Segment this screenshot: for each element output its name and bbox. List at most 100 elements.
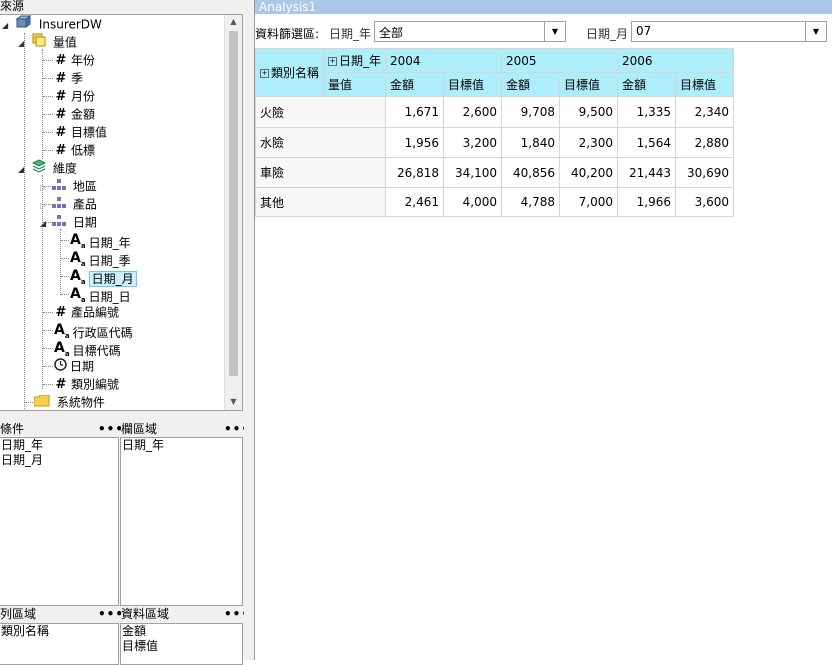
dimension-layers-icon <box>31 159 47 178</box>
data-cell: 2,600 <box>443 96 503 128</box>
tree-level-date-quarter[interactable]: Aa 日期_季 <box>70 249 131 268</box>
data-cell: 40,856 <box>501 157 561 188</box>
hash-icon: # <box>55 106 67 122</box>
filter-month-label: 日期_月 <box>586 27 629 41</box>
hash-icon: # <box>55 142 67 158</box>
data-zone-title: 資料區域 <box>121 607 241 622</box>
expand-arrow-icon[interactable]: ▷ <box>40 183 46 192</box>
data-cell: 1,966 <box>617 187 677 217</box>
filter-year-select[interactable]: 全部 ▼ <box>374 21 566 42</box>
data-cell: 9,708 <box>501 96 561 128</box>
analysis-tab-title[interactable]: Analysis1 <box>255 0 832 14</box>
row-zone-item[interactable]: 類別名稱 <box>0 624 118 639</box>
filter-month-value: 07 <box>636 24 652 38</box>
tree-field-district-code[interactable]: Aa 行政區代碼 <box>54 321 133 340</box>
data-zone-item[interactable]: 金額 <box>121 624 242 639</box>
tree-item-target[interactable]: # 目標值 <box>54 123 107 141</box>
row-field-header[interactable]: + 類別名稱 <box>254 48 324 97</box>
tree-measures-folder[interactable]: ◢ 量值 <box>18 33 77 51</box>
cube-icon <box>15 15 32 34</box>
row-header[interactable]: 水險 <box>254 127 387 158</box>
collapse-arrow-icon[interactable]: ◢ <box>18 39 24 48</box>
hash-icon: # <box>55 376 67 392</box>
tree-field-date[interactable]: 日期 <box>54 357 94 375</box>
tree-dim-product[interactable]: ▷ 產品 <box>40 195 97 213</box>
measures-folder-label: 量值 <box>52 35 77 50</box>
field-tree[interactable]: ◢ InsurerDW ◢ 量值 # 年份 # 季 # 月份 # 金額 # 目標值 # 低標… <box>0 14 243 411</box>
data-zone[interactable]: 金額 目標值 <box>120 623 243 665</box>
row-header[interactable]: 火險 <box>254 96 387 128</box>
hash-icon: # <box>55 52 67 68</box>
hash-icon: # <box>55 70 67 86</box>
clock-icon <box>54 357 67 376</box>
tree-system-folder[interactable]: 系統物件 <box>33 393 105 411</box>
tree-scrollbar[interactable]: ▲ ▼ <box>224 15 242 410</box>
column-zone[interactable]: 日期_年 <box>120 437 243 606</box>
pivot-table: + 類別名稱 + 日期_年 2004 2005 2006 量值 金額 目標值 金額 … <box>254 48 735 217</box>
expand-plus-icon[interactable]: + <box>260 69 269 78</box>
data-cell: 3,600 <box>675 187 735 217</box>
tree-field-category-code[interactable]: # 類別編號 <box>54 375 119 393</box>
scrollbar-thumb[interactable] <box>229 31 238 376</box>
filter-bar: 資料篩選區: 日期_年 全部 ▼ 日期_月 07 ▼ <box>255 20 832 44</box>
data-cell: 9,500 <box>559 96 619 128</box>
filter-zone[interactable]: 日期_年 日期_月 <box>0 437 119 606</box>
scroll-up-icon[interactable]: ▲ <box>225 15 242 29</box>
filter-zone-item[interactable]: 日期_年 <box>0 438 118 453</box>
tree-level-date-day[interactable]: Aa 日期_日 <box>70 285 131 304</box>
measure-amount-header: 金額 <box>385 72 445 97</box>
filter-month-select[interactable]: 07 ▼ <box>631 21 827 42</box>
scroll-down-icon[interactable]: ▼ <box>225 395 242 409</box>
data-zone-item[interactable]: 目標值 <box>121 639 242 654</box>
panel-splitter[interactable] <box>244 0 255 660</box>
filter-year-value: 全部 <box>379 26 404 40</box>
hierarchy-icon <box>51 214 66 232</box>
tree-item-low[interactable]: # 低標 <box>54 141 95 159</box>
tree-level-date-year[interactable]: Aa 日期_年 <box>70 231 131 250</box>
tree-item-amount[interactable]: # 金額 <box>54 105 95 123</box>
collapse-arrow-icon[interactable]: ◢ <box>2 21 8 30</box>
row-header[interactable]: 其他 <box>254 187 387 217</box>
tree-dim-date[interactable]: ◢ 日期 <box>40 213 97 231</box>
expand-arrow-icon[interactable]: ▷ <box>40 201 46 210</box>
tree-item-month[interactable]: # 月份 <box>54 87 95 105</box>
row-header[interactable]: 車險 <box>254 157 387 188</box>
tree-dim-region[interactable]: ▷ 地區 <box>40 177 97 195</box>
year-header-2005[interactable]: 2005 <box>501 48 619 73</box>
tree-root-label: InsurerDW <box>38 17 102 32</box>
data-cell: 3,200 <box>443 127 503 158</box>
expand-plus-icon[interactable]: + <box>328 57 338 66</box>
data-cell: 1,840 <box>501 127 561 158</box>
filter-zone-item[interactable]: 日期_月 <box>0 453 118 468</box>
left-panel: 來源 ◢ InsurerDW ◢ 量值 # 年份 # 季 # 月份 # 金額 #… <box>0 0 249 665</box>
data-cell: 2,340 <box>675 96 735 128</box>
measure-amount-header: 金額 <box>617 72 677 97</box>
year-header-2006[interactable]: 2006 <box>617 48 735 73</box>
tree-dimensions-folder[interactable]: ◢ 維度 <box>18 159 77 177</box>
measure-amount-header: 金額 <box>501 72 561 97</box>
dropdown-arrow-icon[interactable]: ▼ <box>544 22 565 41</box>
data-cell: 4,000 <box>443 187 503 217</box>
tree-field-target-code[interactable]: Aa 目標代碼 <box>54 339 121 358</box>
collapse-arrow-icon[interactable]: ◢ <box>40 219 46 228</box>
hierarchy-icon <box>51 178 66 196</box>
tree-item-year[interactable]: # 年份 <box>54 51 95 69</box>
tree-item-quarter[interactable]: # 季 <box>54 69 83 87</box>
dimensions-folder-label: 維度 <box>52 161 77 176</box>
folder-icon <box>33 394 50 411</box>
measure-target-header: 目標值 <box>675 72 735 97</box>
hierarchy-icon <box>51 196 66 214</box>
column-zone-item[interactable]: 日期_年 <box>121 438 242 453</box>
row-zone[interactable]: 類別名稱 <box>0 623 119 665</box>
year-header-2004[interactable]: 2004 <box>385 48 503 73</box>
data-cell: 34,100 <box>443 157 503 188</box>
collapse-arrow-icon[interactable]: ◢ <box>18 165 24 174</box>
tree-field-product-code[interactable]: # 產品編號 <box>54 303 119 321</box>
dropdown-arrow-icon[interactable]: ▼ <box>805 22 826 41</box>
tree-level-date-month[interactable]: Aa 日期_月 <box>70 267 137 287</box>
column-zone-title: 欄區域 <box>121 422 241 437</box>
column-field-header[interactable]: + 日期_年 <box>323 48 387 73</box>
hash-icon: # <box>55 88 67 104</box>
tree-root[interactable]: ◢ InsurerDW <box>2 15 102 33</box>
data-cell: 7,000 <box>559 187 619 217</box>
